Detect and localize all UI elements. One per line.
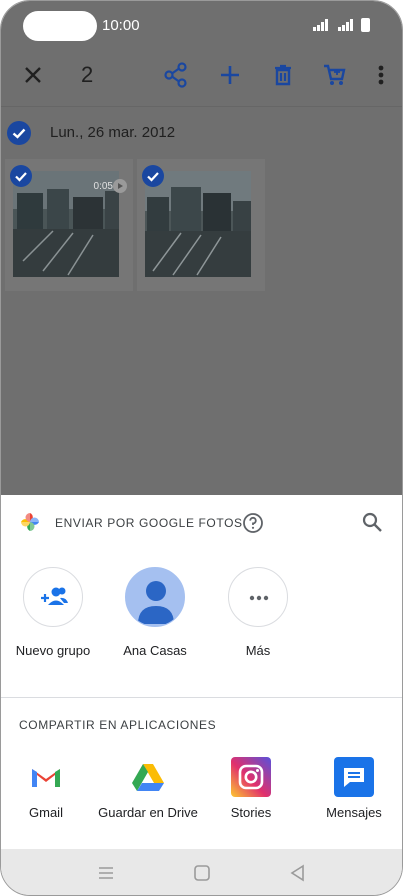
signal-icon (313, 19, 329, 31)
media-thumbnail-video[interactable]: 0:05 (5, 159, 133, 291)
contact-new-group[interactable]: Nuevo grupo (8, 567, 98, 658)
search-icon[interactable] (360, 510, 384, 534)
google-photos-icon (19, 511, 41, 533)
play-icon (113, 179, 127, 193)
phone-screen: 10:00 2 Lun., 26 mar. 2012 0:05 ENVIAR P… (0, 0, 403, 896)
check-icon[interactable] (7, 121, 31, 145)
app-label: Gmail (29, 805, 63, 820)
contact-label: Más (245, 643, 271, 658)
more-vert-icon[interactable] (367, 61, 395, 89)
contact-label: Ana Casas (123, 643, 187, 658)
toolbar-divider (1, 106, 402, 107)
camera-cutout (23, 11, 97, 41)
selected-count: 2 (81, 62, 94, 87)
app-label: Guardar en Drive (98, 805, 198, 820)
apps-section-title: COMPARTIR EN APLICACIONES (19, 718, 217, 732)
check-icon[interactable] (10, 165, 32, 187)
gmail-icon[interactable] (26, 757, 66, 797)
group-add-icon[interactable] (23, 567, 83, 627)
share-bottom-sheet: ENVIAR POR GOOGLE FOTOS Nuevo grupo Ana … (1, 495, 402, 849)
help-icon[interactable] (242, 512, 264, 534)
check-icon[interactable] (142, 165, 164, 187)
battery-icon (361, 18, 370, 32)
video-duration: 0:05 (93, 181, 113, 192)
dimmed-background[interactable]: 10:00 2 Lun., 26 mar. 2012 0:05 (1, 1, 402, 495)
more-horiz-icon[interactable] (228, 567, 288, 627)
app-drive[interactable]: Guardar en Drive (98, 757, 198, 821)
app-label: Mensajes (326, 805, 382, 820)
contact-label: Nuevo grupo (15, 643, 91, 658)
drive-icon[interactable] (128, 757, 168, 797)
signal-icon-2 (338, 19, 354, 31)
app-messages[interactable]: Mensajes (304, 757, 402, 821)
back-icon[interactable] (288, 863, 308, 883)
close-icon[interactable] (19, 61, 47, 89)
sheet-header: ENVIAR POR GOOGLE FOTOS (1, 495, 402, 551)
cart-icon[interactable] (321, 61, 349, 89)
share-icon[interactable] (162, 61, 190, 89)
app-stories[interactable]: Stories (201, 757, 301, 821)
status-bar: 10:00 (1, 1, 402, 49)
sheet-divider (1, 697, 402, 698)
recents-icon[interactable] (96, 863, 116, 883)
app-gmail[interactable]: Gmail (1, 757, 96, 821)
delete-icon[interactable] (269, 61, 297, 89)
date-label: Lun., 26 mar. 2012 (50, 124, 176, 141)
avatar[interactable] (125, 567, 185, 627)
system-nav-bar (1, 849, 402, 895)
contact-ana-casas[interactable]: Ana Casas (110, 567, 200, 658)
status-time: 10:00 (102, 17, 140, 34)
contact-more[interactable]: Más (213, 567, 303, 658)
sheet-title: ENVIAR POR GOOGLE FOTOS (55, 516, 243, 530)
messages-icon[interactable] (334, 757, 374, 797)
selection-toolbar: 2 (1, 53, 402, 97)
home-icon[interactable] (192, 863, 212, 883)
instagram-icon[interactable] (231, 757, 271, 797)
app-label: Stories (230, 805, 272, 820)
media-thumbnail-photo[interactable] (137, 159, 265, 291)
add-icon[interactable] (216, 61, 244, 89)
